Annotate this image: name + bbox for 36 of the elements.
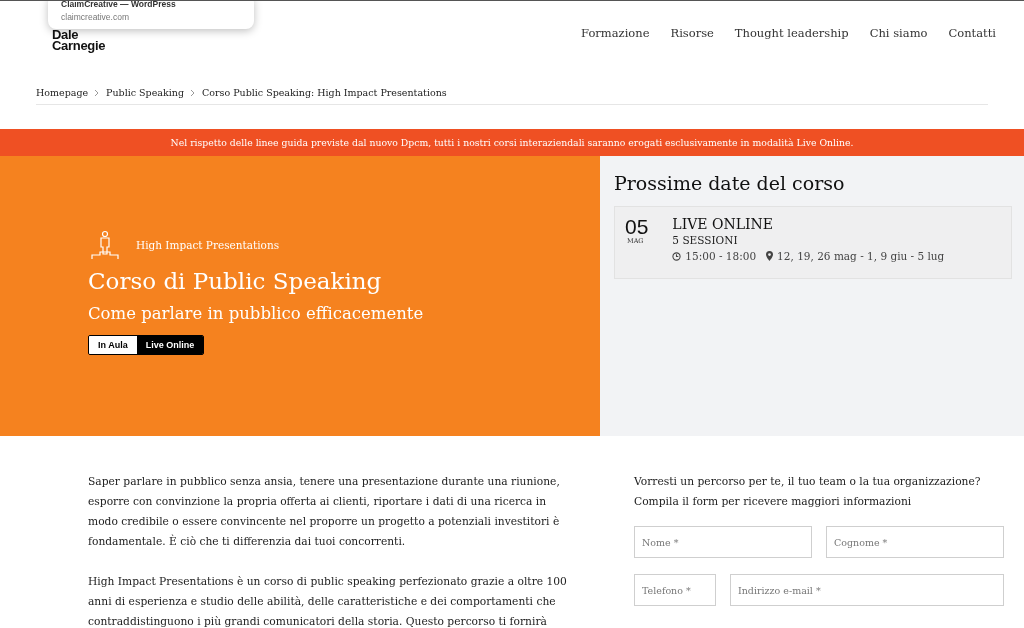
location-pin-icon [766,251,774,261]
breadcrumb-link[interactable]: Corso Public Speaking: High Impact Presentations [202,87,447,98]
nav-link[interactable]: Risorse [670,26,714,40]
session-time: 15:00 - 18:00 [685,250,757,262]
date-day: 05 [625,216,649,237]
breadcrumb-link[interactable]: Homepage [36,87,89,98]
mode-toggle[interactable]: In Aula [89,336,137,354]
input-field[interactable]: Cognome * [826,526,1004,558]
dates-heading: Prossime date del corso [614,172,846,194]
program-name: High Impact Presentations [136,239,280,251]
form-intro: Vorresti un percorso per te, il tuo team o la tua organizzazione? [634,474,982,490]
input-field[interactable]: Telefono * [634,574,716,606]
nav-link[interactable]: Thought leadership [734,26,849,40]
course-format: LIVE ONLINE [672,216,774,232]
body-paragraph: High Impact Presentations è un corso di public speaking perfezionato grazie a oltre 100 anni di esperienza e studio delle abilità, delle caratteristiche e dei comportamenti che contraddistinguono i più grandi comunicatori della storia. Questo percorso ti fornirà [88,574,568,628]
course-title: Corso di Public Speaking [88,268,383,294]
session-count: 5 SESSIONI [672,234,739,246]
mode-toggle[interactable]: Live Online [136,336,204,354]
clock-icon [672,251,682,261]
speaker-podium-icon [90,230,120,260]
logo[interactable]: Dale Carnegie [52,29,106,51]
tooltip-url: claimcreative.com [61,12,131,22]
nav-link[interactable]: Chi siamo [869,26,928,40]
nav-link[interactable]: Contatti [948,26,996,40]
chevron-icon [94,88,101,97]
chevron-icon [190,88,196,97]
input-field[interactable]: Nome * [634,526,812,558]
body-paragraph: Saper parlare in pubblico senza ansia, tenere una presentazione durante una riunione, esporre con convinzione la propria offerta ai clienti, riportare i dati di una ricerca in modo credibile o essere convincente nel proporre un progetto a potenziali investitori è fondamentale. È ciò che ti differenzia dai tuoi concorrenti. [88,474,561,550]
tooltip-title: ClaimCreative — WordPress [61,1,177,9]
notice-banner: Nel rispetto delle linee guida previste dal nuovo Dpcm, tutti i nostri corsi interaziendali saranno erogati esclusivamente in modalità Live Online. [0,129,1024,156]
form-intro: Compila il form per ricevere maggiori informazioni [634,494,913,510]
nav-link[interactable]: Formazione [581,26,650,40]
input-field[interactable]: Indirizzo e-mail * [730,574,1004,606]
course-subtitle: Come parlare in pubblico efficacemente [88,304,425,323]
session-dates: 12, 19, 26 mag - 1, 9 giu - 5 lug [777,250,945,262]
breadcrumb-link[interactable]: Public Speaking [106,87,184,98]
